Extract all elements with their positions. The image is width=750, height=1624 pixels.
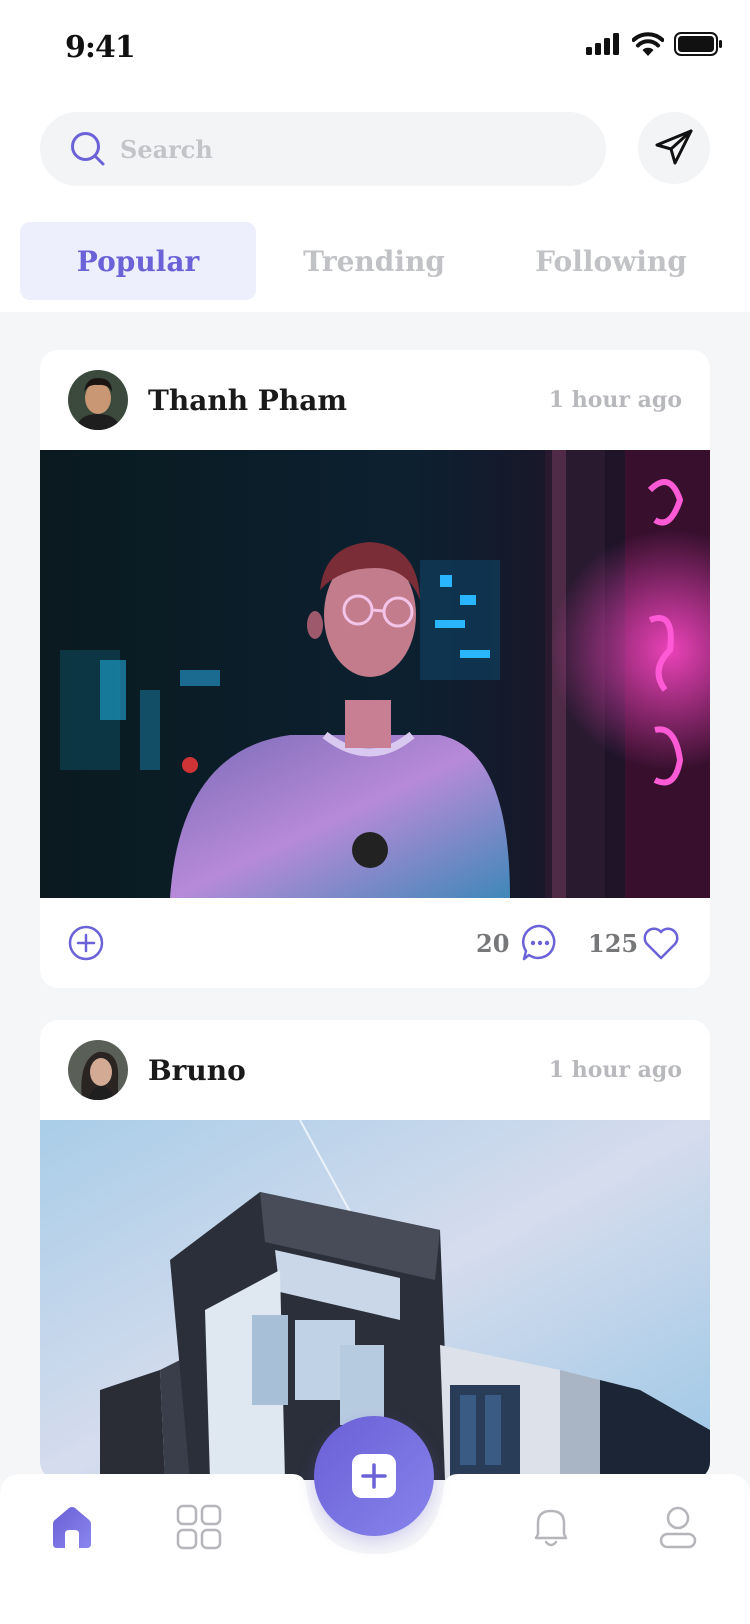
avatar[interactable] — [68, 370, 128, 430]
wifi-icon — [632, 32, 664, 56]
post-header: Thanh Pham 1 hour ago — [40, 350, 710, 450]
send-button[interactable] — [638, 112, 710, 184]
post-time: 1 hour ago — [548, 387, 682, 413]
post-card: Bruno 1 hour ago — [40, 1020, 710, 1480]
comment-count: 20 — [476, 928, 510, 958]
heart-icon[interactable] — [642, 925, 680, 961]
search-icon — [71, 132, 105, 166]
like-count: 125 — [588, 928, 639, 958]
post-header: Bruno 1 hour ago — [40, 1020, 710, 1120]
status-time: 9:41 — [65, 30, 136, 65]
add-post-button[interactable] — [314, 1416, 434, 1536]
tab-following[interactable]: Following — [493, 222, 729, 300]
tab-popular[interactable]: Popular — [20, 222, 256, 300]
bell-icon[interactable] — [528, 1504, 574, 1550]
signal-icon — [586, 33, 619, 55]
post-author[interactable]: Thanh Pham — [148, 384, 347, 417]
post-author[interactable]: Bruno — [148, 1054, 246, 1087]
send-icon — [655, 129, 693, 165]
battery-icon — [674, 32, 722, 56]
post-card: Thanh Pham 1 hour ago 20 125 — [40, 350, 710, 988]
profile-icon[interactable] — [655, 1504, 701, 1550]
post-actions: 20 125 — [40, 898, 710, 988]
add-icon[interactable] — [68, 925, 104, 961]
status-icons — [586, 32, 722, 56]
home-icon[interactable] — [49, 1504, 95, 1550]
post-image[interactable] — [40, 450, 710, 898]
comment-icon[interactable] — [520, 923, 560, 963]
tab-trending[interactable]: Trending — [256, 222, 492, 300]
search-bar[interactable]: Search — [40, 112, 606, 186]
plus-icon — [352, 1454, 396, 1498]
post-time: 1 hour ago — [548, 1057, 682, 1083]
avatar[interactable] — [68, 1040, 128, 1100]
search-input[interactable]: Search — [120, 135, 213, 164]
grid-icon[interactable] — [176, 1504, 222, 1550]
